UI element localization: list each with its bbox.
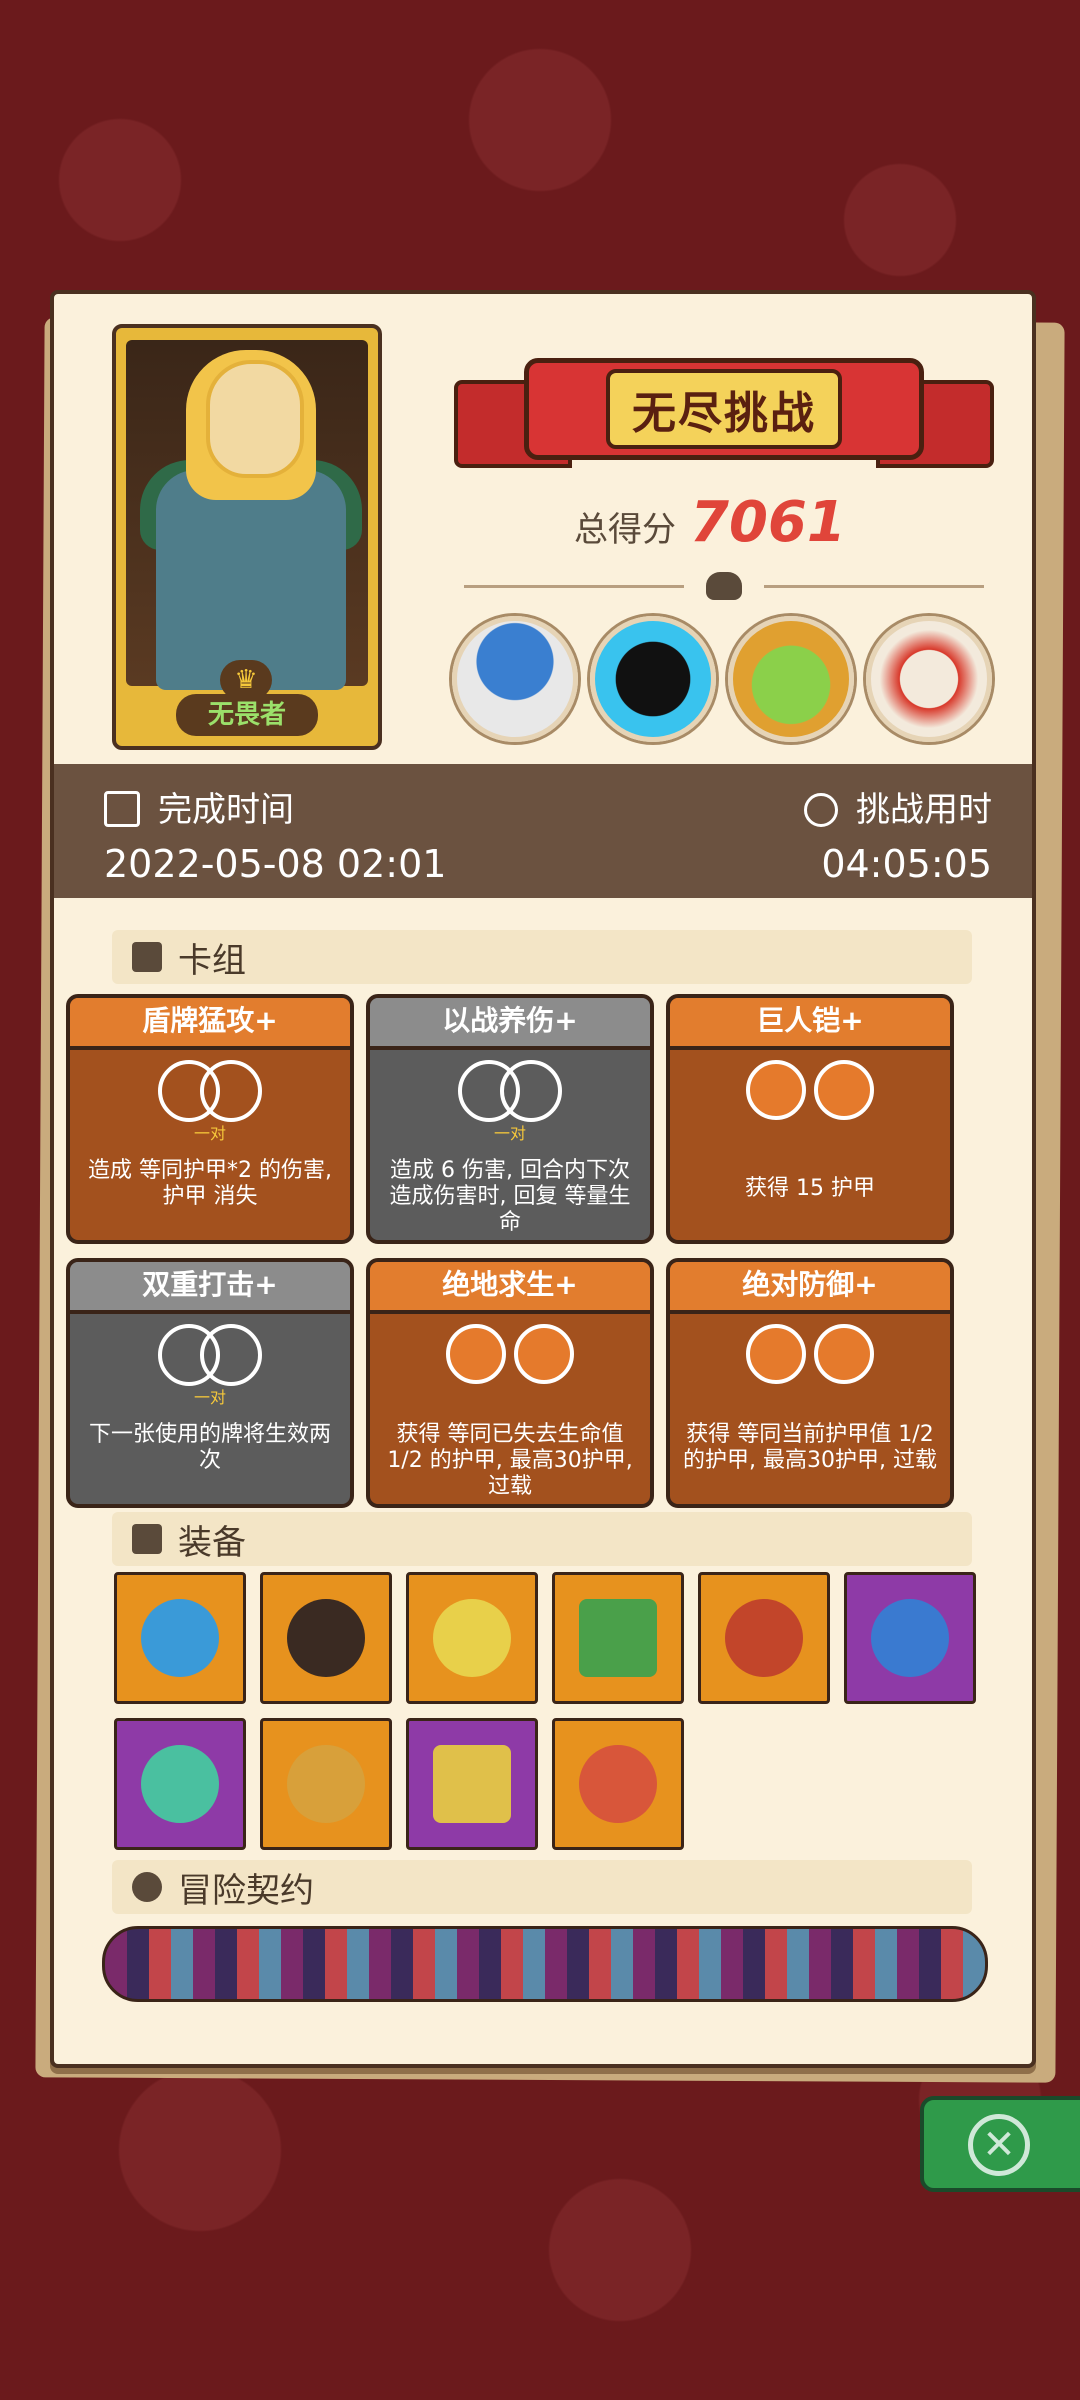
blue-breastplate-icon[interactable] — [844, 1572, 976, 1704]
calendar-icon — [104, 791, 140, 827]
card-battle-heal[interactable]: 以战养伤+ 一对 造成 6 伤害, 回合内下次造成伤害时, 回复 等量生命 — [366, 994, 654, 1244]
score-label: 总得分 — [574, 510, 676, 550]
equipment-title: 装备 — [178, 1522, 246, 1563]
flaming-feather-icon[interactable] — [406, 1572, 538, 1704]
card-double-strike[interactable]: 双重打击+ 一对 下一张使用的牌将生效两次 — [66, 1258, 354, 1508]
boss-mushroom-icon[interactable] — [452, 616, 578, 742]
hero-portrait — [126, 340, 368, 690]
duration-value: 04:05:05 — [821, 842, 992, 886]
blue-shield-icon[interactable] — [114, 1572, 246, 1704]
card-absolute-defense[interactable]: 绝对防御+ 获得 等同当前护甲值 1/2 的护甲, 最高30护甲, 过载 — [666, 1258, 954, 1508]
deck-title: 卡组 — [178, 940, 246, 981]
hero-card: ♛ 无畏者 — [112, 324, 382, 750]
defeated-bosses — [452, 616, 992, 742]
finish-time-label: 完成时间 — [158, 790, 294, 830]
cards-icon — [132, 942, 162, 972]
demon-mask-icon[interactable] — [114, 1718, 246, 1850]
contracts-strip[interactable] — [102, 1926, 988, 2002]
equipment-header: 装备 — [112, 1512, 972, 1566]
meat-drumstick-icon[interactable] — [552, 1718, 684, 1850]
result-panel: ♛ 无畏者 无尽挑战 总得分 7061 完成时间 挑战用时 2022-05-08… — [50, 290, 1036, 2068]
finish-time-value: 2022-05-08 02:01 — [104, 842, 447, 886]
boss-demon-mask-icon[interactable] — [866, 616, 992, 742]
equipment-grid — [114, 1572, 994, 1850]
contracts-title: 冒险契约 — [178, 1870, 314, 1911]
banner-title: 无尽挑战 — [606, 369, 842, 449]
boss-divider — [444, 572, 1004, 600]
black-glove-icon[interactable] — [260, 1572, 392, 1704]
skull-icon — [706, 572, 742, 600]
deck-header: 卡组 — [112, 930, 972, 984]
duration-label: 挑战用时 — [856, 790, 992, 830]
card-giant-armor[interactable]: 巨人铠+ 获得 15 护甲 — [666, 994, 954, 1244]
card-shield-bash[interactable]: 盾牌猛攻+ 一对 造成 等同护甲*2 的伤害, 护甲 消失 — [66, 994, 354, 1244]
stopwatch-icon — [804, 793, 838, 827]
boss-shadow-icon[interactable] — [590, 616, 716, 742]
info-bar: 完成时间 挑战用时 2022-05-08 02:01 04:05:05 — [54, 764, 1032, 898]
close-icon: ✕ — [968, 2114, 1030, 2176]
total-score: 总得分 7061 — [574, 490, 846, 555]
person-icon — [132, 1872, 162, 1902]
moss-stone-icon[interactable] — [552, 1572, 684, 1704]
title-banner: 无尽挑战 — [454, 342, 994, 472]
golden-book-icon[interactable] — [406, 1718, 538, 1850]
hero-name: 无畏者 — [176, 694, 318, 736]
deck-grid: 盾牌猛攻+ 一对 造成 等同护甲*2 的伤害, 护甲 消失 以战养伤+ 一对 造… — [66, 994, 966, 1508]
spiral-amulet-icon[interactable] — [698, 1572, 830, 1704]
close-button[interactable]: ✕ — [920, 2096, 1080, 2192]
tribal-mask-icon[interactable] — [260, 1718, 392, 1850]
contracts-header: 冒险契约 — [112, 1860, 972, 1914]
boss-goblin-king-icon[interactable] — [728, 616, 854, 742]
card-last-stand[interactable]: 绝地求生+ 获得 等同已失去生命值 1/2 的护甲, 最高30护甲, 过载 — [366, 1258, 654, 1508]
score-value: 7061 — [690, 490, 846, 555]
cube-icon — [132, 1524, 162, 1554]
